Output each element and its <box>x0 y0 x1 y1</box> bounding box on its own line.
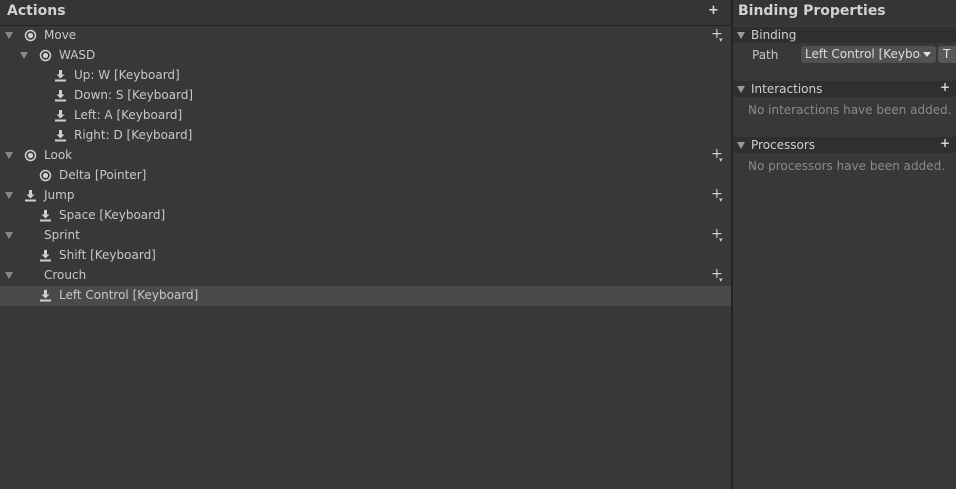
tree-row-move[interactable]: Move + ▾ <box>0 26 731 46</box>
tree-row-look[interactable]: Look + ▾ <box>0 146 731 166</box>
expand-arrow-icon[interactable] <box>5 272 13 279</box>
input-actions-editor: Actions + Move + ▾ WASD Up: W [Keyboard]… <box>0 0 956 489</box>
button-action-icon <box>25 190 36 202</box>
expand-arrow-icon[interactable] <box>5 32 13 39</box>
tree-row-label: WASD <box>59 48 96 62</box>
binding-properties-panel: Binding Properties Binding Path Left Con… <box>733 0 956 489</box>
tree-row-label: Up: W [Keyboard] <box>74 68 180 82</box>
tree-row-jump[interactable]: Jump + ▾ <box>0 186 731 206</box>
expand-arrow-icon[interactable] <box>5 232 13 239</box>
tree-row-right-d[interactable]: Right: D [Keyboard] <box>0 126 731 146</box>
tree-row-label: Left Control [Keyboard] <box>59 288 199 302</box>
composite-radio-icon <box>39 49 52 62</box>
interactions-empty-text: No interactions have been added. <box>748 103 952 117</box>
add-interaction-button[interactable]: + <box>940 80 950 94</box>
tree-row-delta-pointer[interactable]: Delta [Pointer] <box>0 166 731 186</box>
interactions-section-header[interactable]: Interactions + <box>733 80 956 97</box>
tree-row-up-w[interactable]: Up: W [Keyboard] <box>0 66 731 86</box>
add-binding-button[interactable]: + ▾ <box>711 146 723 164</box>
binding-section-header[interactable]: Binding <box>733 27 956 43</box>
binding-section-title: Binding <box>751 28 797 42</box>
tree-row-label: Shift [Keyboard] <box>59 248 156 262</box>
tree-row-label: Down: S [Keyboard] <box>74 88 194 102</box>
path-value: Left Control [Keyboa <box>805 47 921 61</box>
tree-row-shift[interactable]: Shift [Keyboard] <box>0 246 731 266</box>
expand-arrow-icon[interactable] <box>5 152 13 159</box>
keyboard-binding-icon <box>40 210 51 222</box>
keyboard-binding-icon <box>55 90 66 102</box>
action-radio-icon <box>24 29 37 42</box>
pointer-radio-icon <box>39 169 52 182</box>
collapse-arrow-icon[interactable] <box>737 86 745 93</box>
tree-row-label: Look <box>44 148 73 162</box>
tree-row-left-a[interactable]: Left: A [Keyboard] <box>0 106 731 126</box>
tree-row-label: Crouch <box>44 268 87 282</box>
processors-empty-text: No processors have been added. <box>748 159 946 173</box>
tree-row-label: Left: A [Keyboard] <box>74 108 183 122</box>
tree-row-down-s[interactable]: Down: S [Keyboard] <box>0 86 731 106</box>
collapse-arrow-icon[interactable] <box>737 142 745 149</box>
actions-title: Actions <box>7 3 66 19</box>
tree-row-sprint[interactable]: Sprint + ▾ <box>0 226 731 246</box>
expand-arrow-icon[interactable] <box>5 192 13 199</box>
keyboard-binding-icon <box>55 130 66 142</box>
add-binding-button[interactable]: + ▾ <box>711 26 723 44</box>
actions-tree: Move + ▾ WASD Up: W [Keyboard] Down: S [… <box>0 26 731 306</box>
processors-section: Processors + No processors have been add… <box>733 136 956 177</box>
actions-panel: Actions + Move + ▾ WASD Up: W [Keyboard]… <box>0 0 731 489</box>
processors-section-title: Processors <box>751 138 816 152</box>
keyboard-binding-icon <box>40 250 51 262</box>
tree-row-left-control[interactable]: Left Control [Keyboard] <box>0 286 731 306</box>
properties-header: Binding Properties <box>733 0 956 25</box>
path-dropdown[interactable]: Left Control [Keyboa <box>801 46 936 63</box>
interactions-section: Interactions + No interactions have been… <box>733 80 956 121</box>
actions-header: Actions + <box>0 0 731 26</box>
keyboard-binding-icon <box>55 70 66 82</box>
processors-section-header[interactable]: Processors + <box>733 136 956 153</box>
tree-row-label: Delta [Pointer] <box>59 168 147 182</box>
properties-title: Binding Properties <box>738 3 886 19</box>
add-binding-button[interactable]: + ▾ <box>711 186 723 204</box>
interactions-section-title: Interactions <box>751 82 823 96</box>
tree-row-label: Move <box>44 28 77 42</box>
add-action-button[interactable]: + <box>708 3 719 18</box>
add-binding-button[interactable]: + ▾ <box>711 266 723 284</box>
text-mode-button[interactable]: T <box>938 46 956 63</box>
tree-row-wasd[interactable]: WASD <box>0 46 731 66</box>
add-processor-button[interactable]: + <box>940 136 950 150</box>
expand-arrow-icon[interactable] <box>20 52 28 59</box>
keyboard-binding-icon <box>40 290 51 302</box>
action-radio-icon <box>24 149 37 162</box>
keyboard-binding-icon <box>55 110 66 122</box>
tree-row-space[interactable]: Space [Keyboard] <box>0 206 731 226</box>
tree-row-label: Right: D [Keyboard] <box>74 128 193 142</box>
tree-row-label: Space [Keyboard] <box>59 208 166 222</box>
tree-row-label: Sprint <box>44 228 80 242</box>
add-binding-button[interactable]: + ▾ <box>711 226 723 244</box>
tree-row-label: Jump <box>44 188 75 202</box>
text-mode-label: T <box>943 47 951 61</box>
tree-row-crouch[interactable]: Crouch + ▾ <box>0 266 731 286</box>
collapse-arrow-icon[interactable] <box>737 32 745 39</box>
dropdown-arrow-icon <box>923 52 931 57</box>
path-label: Path <box>752 48 779 62</box>
